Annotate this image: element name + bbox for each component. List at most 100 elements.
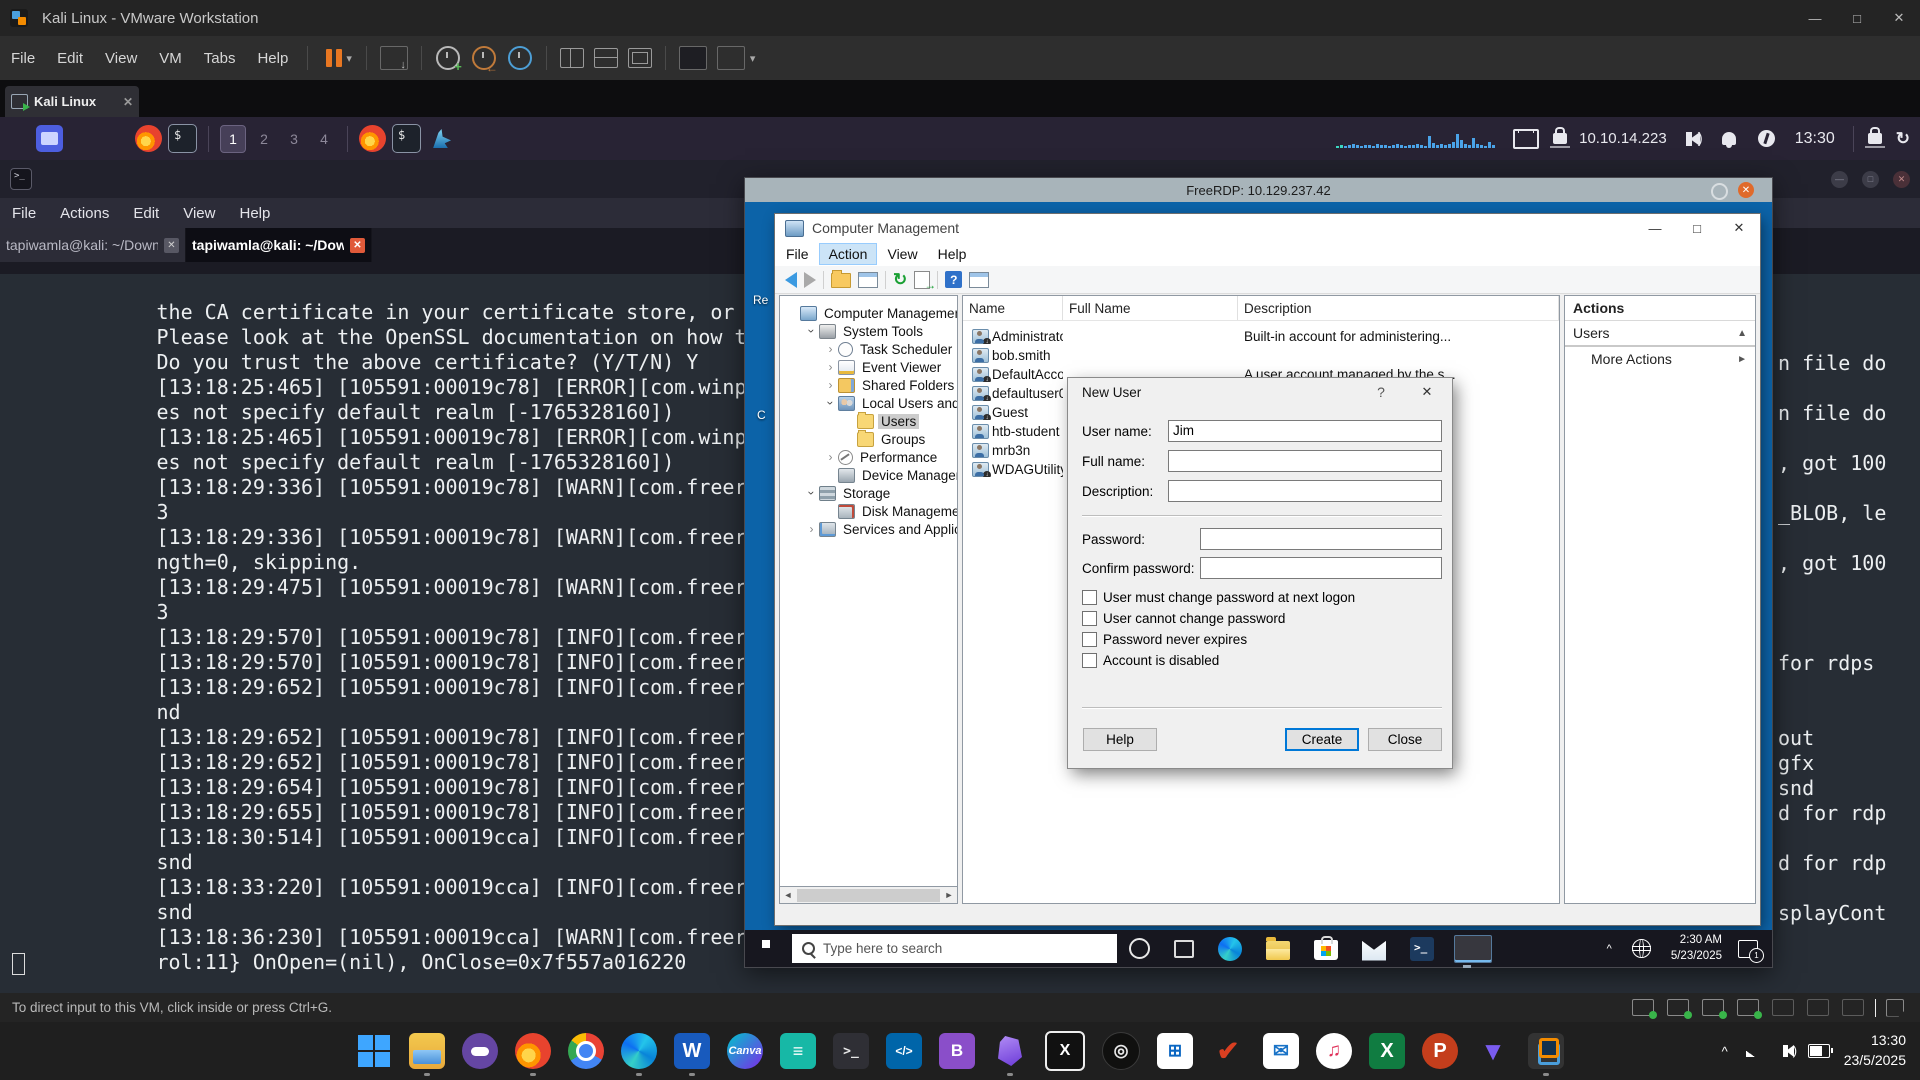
cm-titlebar[interactable]: Computer Management — □ ✕ <box>775 214 1760 242</box>
close-icon[interactable]: ✕ <box>1878 0 1920 36</box>
rdp-taskbar-icon[interactable] <box>1314 935 1338 960</box>
wifi-icon[interactable] <box>1745 1045 1764 1057</box>
rdp-clock[interactable]: 2:30 AM 5/23/2025 <box>1671 933 1722 964</box>
terminal-menu-item[interactable]: Help <box>227 205 282 222</box>
suspend-dropdown-icon[interactable]: ▾ <box>346 52 352 65</box>
rdp-network-globe-icon[interactable] <box>1631 939 1651 958</box>
take-snapshot-icon[interactable] <box>435 46 462 74</box>
host-taskbar-icon[interactable]: B <box>939 1033 975 1069</box>
host-taskbar-icon[interactable]: ◎ <box>1102 1032 1140 1070</box>
vm-device-icon[interactable] <box>1702 999 1727 1019</box>
cm-menu-item[interactable]: Action <box>818 243 878 265</box>
manage-snapshots-icon[interactable] <box>507 46 532 70</box>
workspace-button[interactable]: 2 <box>252 126 276 152</box>
kali-launcher[interactable] <box>102 125 129 152</box>
cm-menu-item[interactable]: View <box>878 244 926 264</box>
host-taskbar-icon[interactable]: X <box>1369 1033 1405 1069</box>
host-taskbar-icon[interactable]: </> <box>886 1033 922 1069</box>
host-taskbar-icon[interactable] <box>621 1033 657 1076</box>
open-app-icon[interactable] <box>359 125 386 152</box>
tab-close-icon[interactable]: ✕ <box>123 95 133 109</box>
fullscreen-icon[interactable] <box>627 48 652 68</box>
rdp-start-button[interactable] <box>762 940 770 948</box>
terminal-menu-item[interactable]: File <box>0 205 48 222</box>
tree-item[interactable]: Device Manager <box>780 466 957 484</box>
password-input[interactable] <box>1200 528 1442 550</box>
workspace-button[interactable]: 1 <box>220 124 246 153</box>
field-input[interactable]: Jim <box>1168 420 1442 442</box>
checkbox[interactable] <box>1082 653 1097 668</box>
host-taskbar-icon[interactable] <box>409 1033 445 1076</box>
dialog-button[interactable]: Close <box>1368 728 1442 751</box>
send-ctrl-alt-del-icon[interactable] <box>379 46 408 71</box>
host-taskbar-icon[interactable]: ▼ <box>1475 1033 1511 1069</box>
checkbox-row[interactable]: Account is disabled <box>1082 653 1219 668</box>
kali-launcher[interactable] <box>69 125 96 152</box>
terminal-tab[interactable]: tapiwamla@kali: ~/Downloads ✕ <box>0 228 186 262</box>
vmware-menu-item[interactable]: Edit <box>46 50 94 67</box>
help-icon[interactable]: ? <box>945 271 963 288</box>
show-console-icon[interactable] <box>593 48 618 68</box>
vm-device-icon[interactable] <box>1667 999 1692 1019</box>
host-taskbar-icon[interactable] <box>356 1033 392 1069</box>
minimize-icon[interactable]: — <box>1794 0 1836 36</box>
rdp-taskbar-icon[interactable] <box>1129 938 1150 959</box>
host-taskbar-icon[interactable]: ✉ <box>1263 1033 1299 1069</box>
column-header-fullname[interactable]: Full Name <box>1063 296 1238 320</box>
vmware-menu-item[interactable]: VM <box>148 50 193 67</box>
tree-item[interactable]: Storage <box>780 484 957 502</box>
up-one-level-icon[interactable] <box>831 270 851 288</box>
volume-icon[interactable] <box>1780 1043 1797 1058</box>
refresh-icon[interactable]: ↻ <box>893 271 907 288</box>
host-taskbar-icon[interactable]: ✔ <box>1210 1033 1246 1069</box>
dialog-titlebar[interactable]: New User <box>1068 378 1452 406</box>
rdp-taskbar-icon[interactable] <box>1410 936 1434 961</box>
panel-clock[interactable]: 13:30 <box>1795 130 1835 148</box>
tree-item[interactable]: Groups <box>780 429 957 448</box>
field-input[interactable] <box>1168 480 1442 502</box>
show-console-tree-icon[interactable] <box>858 271 878 288</box>
kali-launcher[interactable] <box>168 124 197 153</box>
checkbox-row[interactable]: User must change password at next logon <box>1082 590 1355 605</box>
checkbox[interactable] <box>1082 590 1097 605</box>
host-taskbar-icon[interactable]: ≡ <box>780 1033 816 1069</box>
vm-device-icon[interactable] <box>1842 999 1864 1016</box>
cm-menu-item[interactable]: Help <box>929 244 976 264</box>
terminal-close-icon[interactable]: ✕ <box>1893 170 1910 188</box>
host-clock[interactable]: 13:30 23/5/2025 <box>1844 1031 1906 1070</box>
host-taskbar-icon[interactable] <box>568 1033 604 1069</box>
more-actions[interactable]: More Actions ► <box>1565 347 1755 371</box>
rdp-tray-chevron-icon[interactable]: ^ <box>1607 943 1612 955</box>
freerdp-titlebar[interactable]: FreeRDP: 10.129.237.42 ✕ <box>745 178 1772 202</box>
dialog-button[interactable]: Create <box>1285 728 1359 751</box>
tree-item[interactable]: Disk Management <box>780 502 957 520</box>
rdp-taskbar-icon[interactable] <box>1218 936 1242 961</box>
terminal-menu-item[interactable]: Actions <box>48 205 121 222</box>
scroll-left-icon[interactable]: ◄ <box>780 890 796 900</box>
tree-item[interactable]: Services and Applications <box>780 520 957 538</box>
tree-expander-icon[interactable] <box>805 325 819 338</box>
tree-expander-icon[interactable] <box>824 378 837 392</box>
export-list-icon[interactable] <box>914 270 936 292</box>
vmware-menu-item[interactable]: View <box>94 50 148 67</box>
dialog-close-icon[interactable]: ✕ <box>1418 384 1436 402</box>
password-input[interactable] <box>1200 557 1442 579</box>
open-app-icon[interactable] <box>427 125 454 152</box>
maximize-icon[interactable]: □ <box>1836 0 1878 36</box>
scrollbar-thumb[interactable] <box>797 888 940 902</box>
scroll-right-icon[interactable]: ► <box>941 890 957 900</box>
rdp-taskbar-icon[interactable] <box>1454 934 1492 968</box>
host-taskbar-icon[interactable]: X <box>1045 1031 1085 1071</box>
logout-icon[interactable]: ↻ <box>1896 129 1910 149</box>
terminal-tab-close-icon[interactable]: ✕ <box>350 237 365 253</box>
display-icon[interactable] <box>1513 128 1540 149</box>
host-taskbar-icon[interactable] <box>1528 1033 1564 1076</box>
checkbox[interactable] <box>1082 632 1097 647</box>
notifications-bell-icon[interactable] <box>1721 132 1736 148</box>
tree-item[interactable]: Local Users and Groups <box>780 394 957 412</box>
column-header-name[interactable]: Name <box>963 296 1063 320</box>
suspend-vm-button[interactable] <box>326 49 343 67</box>
vmware-menu-item[interactable]: File <box>0 50 46 67</box>
revert-snapshot-icon[interactable] <box>471 46 498 75</box>
vmware-menu-item[interactable]: Help <box>246 50 299 67</box>
